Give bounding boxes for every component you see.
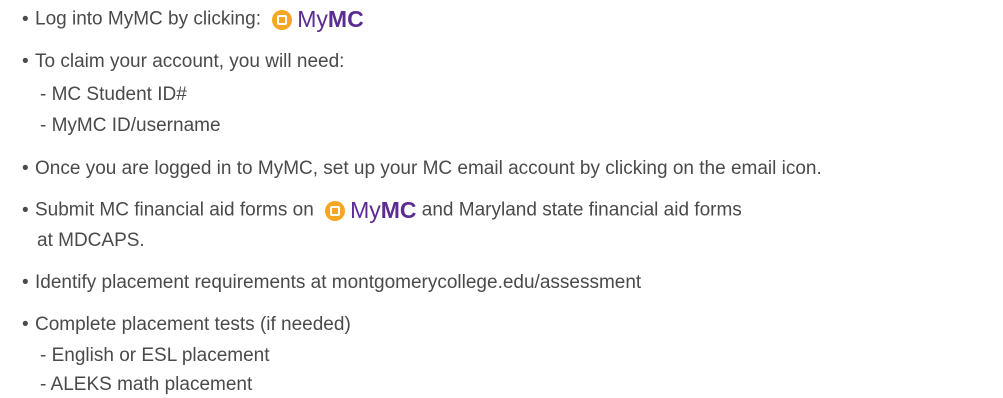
bullet: • [22,199,29,221]
list-item: • Complete placement tests (if needed) [22,314,351,336]
bullet: • [22,272,29,293]
item-text: To claim your account, you will need: [35,51,345,72]
list-item: • Log into MyMC by clicking: MyMC [22,8,364,31]
item-text: Once you are logged in to MyMC, set up y… [35,158,822,179]
list-item: • Identify placement requirements at mont… [22,272,641,294]
item-text: Log into MyMC by clicking: [35,8,261,30]
bullet: • [22,51,29,72]
mymc-icon [325,200,346,221]
item-text: and Maryland state financial aid forms [421,199,742,221]
list-item: • Submit MC financial aid forms on MyMC a… [22,199,742,222]
sub-item: - MC Student ID# [40,84,187,105]
item-text: Identify placement requirements at montg… [35,272,642,293]
bullet: • [22,8,29,30]
item-text: Submit MC financial aid forms on [35,199,314,221]
item-continuation: at MDCAPS. [37,230,145,251]
mymc-logo-link[interactable]: MyMC [325,199,417,222]
sub-item: - MyMC ID/username [40,115,221,136]
sub-item: - ALEKS math placement [40,374,253,395]
sub-item: - English or ESL placement [40,345,270,366]
mymc-icon [272,9,293,30]
item-text: Complete placement tests (if needed) [35,314,351,335]
mymc-logo-link[interactable]: MyMC [272,8,364,31]
list-item: • Once you are logged in to MyMC, set up … [22,158,822,180]
bullet: • [22,158,29,179]
list-item: • To claim your account, you will need: [22,51,344,73]
bullet: • [22,314,29,335]
